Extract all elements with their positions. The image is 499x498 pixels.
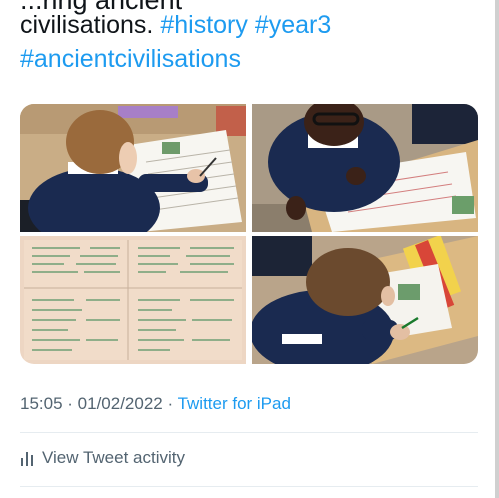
tweet-meta: 15:05 · 01/02/2022 · Twitter for iPad xyxy=(20,394,291,414)
window-edge xyxy=(495,0,499,498)
meta-separator: · xyxy=(162,394,178,413)
photo-child-writing-1[interactable] xyxy=(20,104,246,232)
photo-child-writing-2[interactable] xyxy=(252,104,478,232)
hashtag-history[interactable]: #history xyxy=(160,11,248,39)
divider xyxy=(20,432,478,433)
tweet-date[interactable]: 01/02/2022 xyxy=(78,394,163,413)
photo-child-writing-3[interactable] xyxy=(252,236,478,364)
tweet-text-plain: civilisations. xyxy=(20,11,161,39)
photo-notes-poster[interactable] xyxy=(20,236,246,364)
view-tweet-activity-button[interactable]: View Tweet activity xyxy=(20,448,185,468)
meta-separator: · xyxy=(62,394,78,413)
hashtag-year3[interactable]: #year3 xyxy=(255,11,331,39)
tweet-time[interactable]: 15:05 xyxy=(20,394,63,413)
tweet-media-grid xyxy=(20,104,478,364)
tweet-source-link[interactable]: Twitter for iPad xyxy=(178,394,291,413)
hashtag-ancientcivilisations[interactable]: #ancientcivilisations xyxy=(20,45,241,73)
divider xyxy=(20,486,478,487)
bar-chart-icon xyxy=(20,450,34,466)
tweet-text: civilisations. #history #year3 #ancientci… xyxy=(20,8,480,76)
view-tweet-activity-label: View Tweet activity xyxy=(42,448,185,467)
